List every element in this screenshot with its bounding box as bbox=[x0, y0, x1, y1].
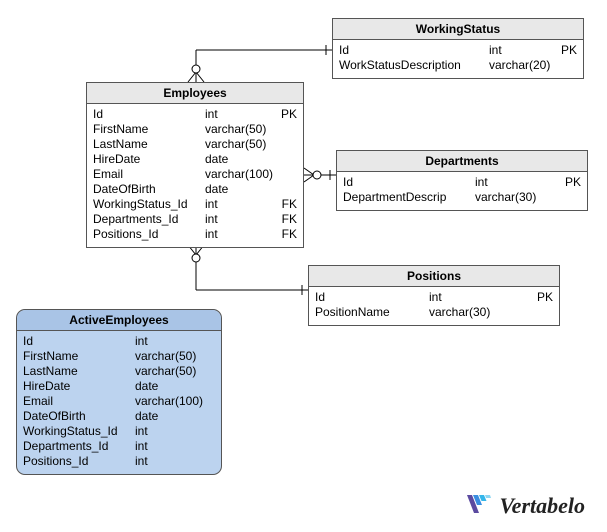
column-type: varchar(50) bbox=[199, 137, 273, 152]
entity-title: Employees bbox=[87, 83, 303, 104]
column-row: WorkStatusDescriptionvarchar(20) bbox=[339, 58, 577, 73]
column-name: HireDate bbox=[23, 379, 129, 394]
entity-employees: Employees IdintPKFirstNamevarchar(50)Las… bbox=[86, 82, 304, 248]
column-row: LastNamevarchar(50) bbox=[23, 364, 215, 379]
column-type: date bbox=[199, 182, 273, 197]
column-key: PK bbox=[273, 107, 297, 122]
column-row: Idint bbox=[23, 334, 215, 349]
column-row: Emailvarchar(100) bbox=[23, 394, 215, 409]
entity-rows: IdintPKFirstNamevarchar(50)LastNamevarch… bbox=[87, 104, 303, 247]
entity-rows: IdintFirstNamevarchar(50)LastNamevarchar… bbox=[17, 331, 221, 474]
column-row: WorkingStatus_IdintFK bbox=[93, 197, 297, 212]
column-type: date bbox=[199, 152, 273, 167]
column-name: WorkingStatus_Id bbox=[23, 424, 129, 439]
column-name: DepartmentDescrip bbox=[343, 190, 469, 205]
column-name: Id bbox=[315, 290, 423, 305]
column-type: date bbox=[129, 379, 191, 394]
column-name: WorkingStatus_Id bbox=[93, 197, 199, 212]
column-name: WorkStatusDescription bbox=[339, 58, 483, 73]
column-name: Id bbox=[23, 334, 129, 349]
column-name: Id bbox=[339, 43, 483, 58]
entity-active-employees: ActiveEmployees IdintFirstNamevarchar(50… bbox=[16, 309, 222, 475]
column-type: int bbox=[129, 454, 191, 469]
watermark: Vertabelo bbox=[465, 492, 585, 520]
column-row: Emailvarchar(100) bbox=[93, 167, 297, 182]
column-type: varchar(50) bbox=[199, 122, 273, 137]
column-key: PK bbox=[557, 175, 581, 190]
column-type: int bbox=[129, 439, 191, 454]
column-type: int bbox=[423, 290, 529, 305]
column-name: Id bbox=[343, 175, 469, 190]
column-name: Email bbox=[23, 394, 129, 409]
column-name: Id bbox=[93, 107, 199, 122]
column-name: Email bbox=[93, 167, 199, 182]
column-row: DepartmentDescripvarchar(30) bbox=[343, 190, 581, 205]
column-type: varchar(100) bbox=[199, 167, 273, 182]
column-row: LastNamevarchar(50) bbox=[93, 137, 297, 152]
column-key: FK bbox=[273, 197, 297, 212]
column-type: int bbox=[199, 197, 273, 212]
column-row: IdintPK bbox=[339, 43, 577, 58]
column-name: Positions_Id bbox=[93, 227, 199, 242]
entity-positions: Positions IdintPKPositionNamevarchar(30) bbox=[308, 265, 560, 326]
entity-rows: IdintPKWorkStatusDescriptionvarchar(20) bbox=[333, 40, 583, 78]
column-type: int bbox=[483, 43, 553, 58]
column-row: PositionNamevarchar(30) bbox=[315, 305, 553, 320]
column-row: FirstNamevarchar(50) bbox=[93, 122, 297, 137]
column-type: int bbox=[199, 227, 273, 242]
column-row: IdintPK bbox=[315, 290, 553, 305]
column-type: varchar(30) bbox=[469, 190, 557, 205]
column-row: HireDatedate bbox=[23, 379, 215, 394]
column-row: IdintPK bbox=[343, 175, 581, 190]
column-name: LastName bbox=[93, 137, 199, 152]
column-name: DateOfBirth bbox=[23, 409, 129, 424]
column-type: varchar(50) bbox=[129, 364, 196, 379]
column-name: FirstName bbox=[93, 122, 199, 137]
column-name: LastName bbox=[23, 364, 129, 379]
column-key: FK bbox=[273, 212, 297, 227]
entity-working-status: WorkingStatus IdintPKWorkStatusDescripti… bbox=[332, 18, 584, 79]
column-type: int bbox=[129, 424, 191, 439]
column-type: date bbox=[129, 409, 191, 424]
column-row: FirstNamevarchar(50) bbox=[23, 349, 215, 364]
column-name: PositionName bbox=[315, 305, 423, 320]
column-type: varchar(30) bbox=[423, 305, 529, 320]
column-row: Departments_IdintFK bbox=[93, 212, 297, 227]
column-row: DateOfBirthdate bbox=[23, 409, 215, 424]
column-name: Positions_Id bbox=[23, 454, 129, 469]
column-name: HireDate bbox=[93, 152, 199, 167]
column-row: HireDatedate bbox=[93, 152, 297, 167]
vertabelo-logo-icon bbox=[465, 492, 493, 520]
entity-title: WorkingStatus bbox=[333, 19, 583, 40]
column-type: varchar(50) bbox=[129, 349, 196, 364]
column-type: int bbox=[129, 334, 191, 349]
entity-title: Positions bbox=[309, 266, 559, 287]
entity-departments: Departments IdintPKDepartmentDescripvarc… bbox=[336, 150, 588, 211]
column-name: Departments_Id bbox=[93, 212, 199, 227]
column-row: IdintPK bbox=[93, 107, 297, 122]
entity-rows: IdintPKDepartmentDescripvarchar(30) bbox=[337, 172, 587, 210]
watermark-text: Vertabelo bbox=[499, 493, 585, 519]
column-name: FirstName bbox=[23, 349, 129, 364]
column-key: PK bbox=[553, 43, 577, 58]
column-type: int bbox=[199, 107, 273, 122]
column-row: Positions_Idint bbox=[23, 454, 215, 469]
column-row: Departments_Idint bbox=[23, 439, 215, 454]
column-row: WorkingStatus_Idint bbox=[23, 424, 215, 439]
column-type: varchar(100) bbox=[129, 394, 203, 409]
column-name: DateOfBirth bbox=[93, 182, 199, 197]
column-row: DateOfBirthdate bbox=[93, 182, 297, 197]
column-type: int bbox=[469, 175, 557, 190]
column-row: Positions_IdintFK bbox=[93, 227, 297, 242]
column-key: FK bbox=[273, 227, 297, 242]
entity-rows: IdintPKPositionNamevarchar(30) bbox=[309, 287, 559, 325]
column-key: PK bbox=[529, 290, 553, 305]
column-type: int bbox=[199, 212, 273, 227]
entity-title: Departments bbox=[337, 151, 587, 172]
column-type: varchar(20) bbox=[483, 58, 553, 73]
column-name: Departments_Id bbox=[23, 439, 129, 454]
entity-title: ActiveEmployees bbox=[17, 310, 221, 331]
